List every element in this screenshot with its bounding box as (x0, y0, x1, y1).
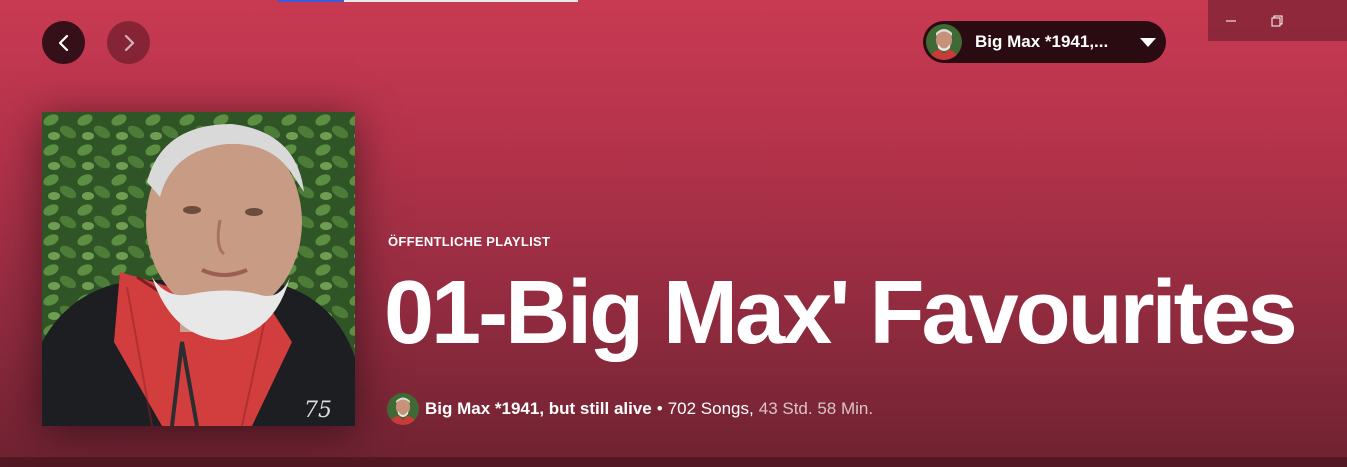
playlist-cover-image: 75 (42, 112, 355, 426)
owner-link[interactable]: Big Max *1941, but still alive (425, 399, 652, 419)
chevron-left-icon (58, 34, 68, 51)
separator: • (656, 399, 663, 418)
cover-badge: 75 (304, 398, 332, 423)
user-display-name: Big Max *1941,... (975, 32, 1109, 51)
browser-tab-strip (278, 0, 578, 2)
minimize-button[interactable] (1208, 0, 1254, 41)
playlist-duration: 43 Std. 58 Min. (758, 399, 874, 418)
close-button[interactable] (1300, 0, 1346, 41)
caret-down-icon (1140, 37, 1156, 47)
restore-icon (1271, 15, 1283, 26)
tracklist-header-edge (0, 457, 1347, 467)
playlist-meta: Big Max *1941, but still alive • 702 Son… (387, 393, 873, 425)
user-menu-button[interactable]: Big Max *1941,... (923, 21, 1166, 63)
avatar (926, 24, 962, 60)
song-count: 702 Songs, (667, 399, 754, 418)
page-title: 01-Big Max' Favourites (384, 263, 1298, 363)
forward-button[interactable] (107, 21, 150, 64)
window-controls (1208, 0, 1347, 41)
back-button[interactable] (42, 21, 85, 64)
chevron-right-icon (124, 34, 134, 51)
minimize-icon (1226, 20, 1236, 21)
restore-button[interactable] (1254, 0, 1300, 41)
playlist-type-label: ÖFFENTLICHE PLAYLIST (388, 234, 551, 249)
owner-avatar[interactable] (387, 393, 419, 425)
